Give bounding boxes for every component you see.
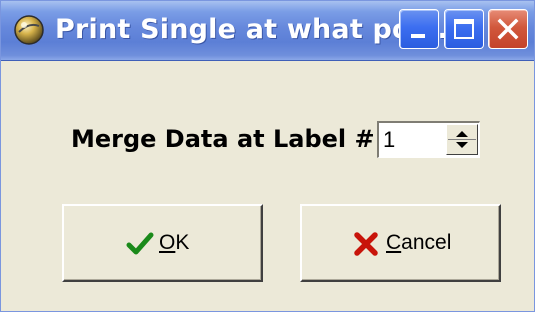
maximize-icon xyxy=(454,19,474,39)
spin-down-icon[interactable] xyxy=(456,142,468,148)
label-number-spinner[interactable] xyxy=(377,121,480,158)
app-globe-icon[interactable] xyxy=(13,14,45,46)
spin-up-icon[interactable] xyxy=(456,131,468,137)
checkmark-icon xyxy=(126,230,154,258)
spin-buttons[interactable] xyxy=(446,124,478,155)
ok-button[interactable]: OK xyxy=(62,204,263,282)
dialog-window: Print Single at what pos... Merge Data a… xyxy=(0,0,535,312)
maximize-button[interactable] xyxy=(444,9,484,49)
minimize-icon xyxy=(411,34,425,38)
cancel-button[interactable]: Cancel xyxy=(300,204,501,282)
close-icon xyxy=(497,18,519,40)
merge-label: Merge Data at Label # xyxy=(71,125,375,153)
red-x-icon xyxy=(352,230,380,258)
ok-button-label: OK xyxy=(159,231,190,254)
title-bar[interactable]: Print Single at what pos... xyxy=(1,1,534,61)
window-title: Print Single at what pos... xyxy=(55,14,459,45)
minimize-button[interactable] xyxy=(399,9,439,49)
close-button[interactable] xyxy=(488,9,528,49)
cancel-button-label: Cancel xyxy=(386,231,452,254)
label-number-input[interactable] xyxy=(383,124,441,155)
